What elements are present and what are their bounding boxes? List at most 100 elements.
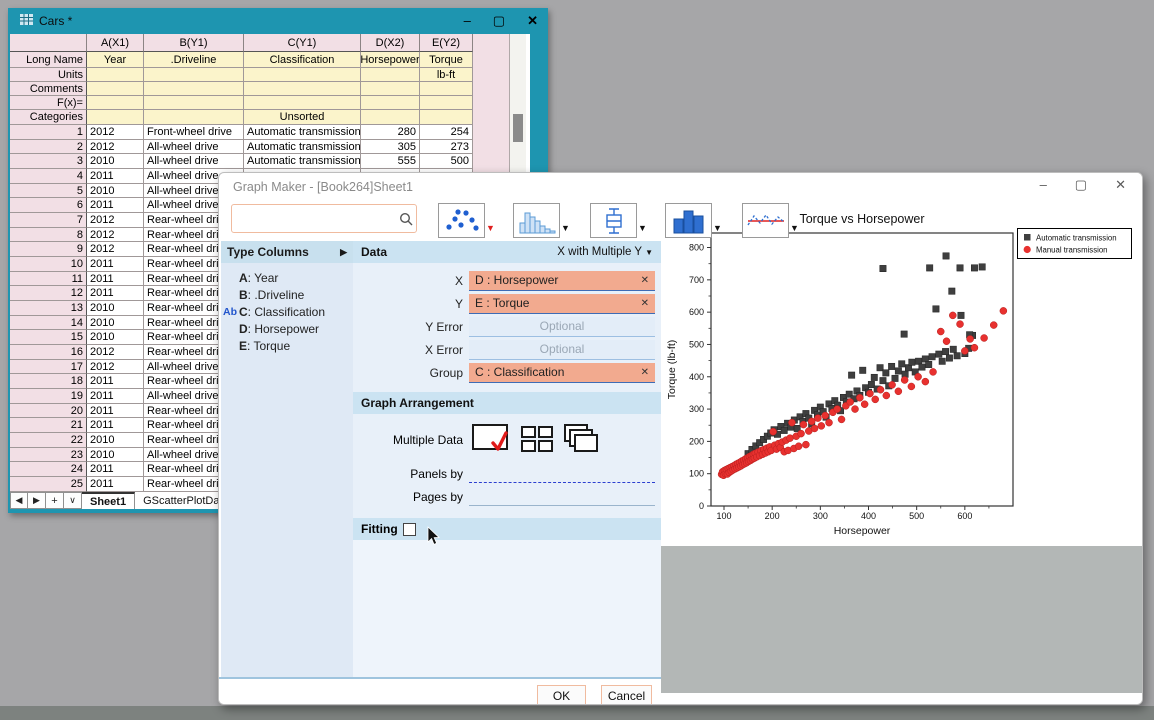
type-column-item-e[interactable]: E : Torque	[221, 337, 353, 354]
row-number-cell[interactable]: 19	[10, 389, 87, 404]
type-column-item-a[interactable]: A : Year	[221, 269, 353, 286]
line-plot-button[interactable]	[742, 203, 789, 238]
year-cell[interactable]: 2011	[87, 418, 144, 433]
year-cell[interactable]: 2011	[87, 198, 144, 213]
year-cell[interactable]: 2010	[87, 316, 144, 331]
classification-cell[interactable]: Automatic transmission	[244, 140, 361, 155]
multiple-data-single-icon[interactable]	[471, 421, 511, 460]
box-plot-dropdown-icon[interactable]: ▼	[638, 223, 647, 233]
row-number-cell[interactable]: 4	[10, 169, 87, 184]
label-value-cell[interactable]: Classification	[244, 52, 361, 68]
label-value-cell[interactable]	[361, 110, 420, 125]
row-number-cell[interactable]: 12	[10, 286, 87, 301]
year-cell[interactable]: 2010	[87, 301, 144, 316]
label-value-cell[interactable]: Year	[87, 52, 144, 68]
tab-nav-next-icon[interactable]: ▶	[28, 492, 46, 509]
horsepower-cell[interactable]: 555	[361, 154, 420, 169]
row-number-cell[interactable]: 11	[10, 272, 87, 287]
driveline-cell[interactable]: All-wheel drive	[144, 154, 244, 169]
search-input[interactable]	[232, 205, 399, 232]
torque-cell[interactable]: 273	[420, 140, 473, 155]
multiple-data-pages-icon[interactable]	[563, 423, 601, 458]
column-header[interactable]: B(Y1)	[144, 34, 244, 52]
row-number-cell[interactable]: 23	[10, 448, 87, 463]
label-value-cell[interactable]	[87, 82, 144, 96]
type-column-item-d[interactable]: D : Horsepower	[221, 320, 353, 337]
clear-field-icon[interactable]: ✕	[641, 275, 649, 286]
cars-scrollbar-thumb[interactable]	[513, 114, 523, 142]
label-value-cell[interactable]: Horsepower	[361, 52, 420, 68]
label-value-cell[interactable]	[244, 82, 361, 96]
row-number-cell[interactable]: 17	[10, 360, 87, 375]
horsepower-cell[interactable]: 305	[361, 140, 420, 155]
label-value-cell[interactable]	[361, 96, 420, 110]
row-number-cell[interactable]: 3	[10, 154, 87, 169]
year-cell[interactable]: 2011	[87, 286, 144, 301]
year-cell[interactable]: 2011	[87, 462, 144, 477]
label-value-cell[interactable]	[361, 68, 420, 82]
row-number-cell[interactable]: 5	[10, 184, 87, 199]
cars-minimize-icon[interactable]: –	[464, 11, 471, 31]
year-cell[interactable]: 2012	[87, 125, 144, 140]
column-header[interactable]: E(Y2)	[420, 34, 473, 52]
cars-maximize-icon[interactable]: ▢	[493, 11, 505, 31]
classification-cell[interactable]: Automatic transmission	[244, 125, 361, 140]
label-value-cell[interactable]	[420, 110, 473, 125]
box-plot-button[interactable]	[590, 203, 637, 238]
label-value-cell[interactable]	[144, 110, 244, 125]
row-number-cell[interactable]: 2	[10, 140, 87, 155]
row-number-cell[interactable]: 6	[10, 198, 87, 213]
torque-cell[interactable]: 254	[420, 125, 473, 140]
dialog-minimize-icon[interactable]: –	[1040, 177, 1047, 193]
label-value-cell[interactable]	[244, 96, 361, 110]
horsepower-cell[interactable]: 280	[361, 125, 420, 140]
ok-button[interactable]: OK	[537, 685, 586, 705]
row-label-cell[interactable]: Long Name	[10, 52, 87, 68]
year-cell[interactable]: 2010	[87, 448, 144, 463]
label-value-cell[interactable]	[87, 110, 144, 125]
driveline-cell[interactable]: Front-wheel drive	[144, 125, 244, 140]
row-label-cell[interactable]: F(x)=	[10, 96, 87, 110]
row-number-cell[interactable]: 21	[10, 418, 87, 433]
label-value-cell[interactable]	[361, 82, 420, 96]
assigned-column-field[interactable]: D : Horsepower✕	[469, 271, 655, 291]
label-value-cell[interactable]	[420, 82, 473, 96]
year-cell[interactable]: 2010	[87, 154, 144, 169]
cars-titlebar[interactable]: Cars * – ▢ ✕	[8, 8, 548, 34]
label-value-cell[interactable]	[144, 82, 244, 96]
year-cell[interactable]: 2011	[87, 169, 144, 184]
row-number-cell[interactable]: 20	[10, 404, 87, 419]
row-label-cell[interactable]: Units	[10, 68, 87, 82]
column-chart-button[interactable]	[665, 203, 712, 238]
year-cell[interactable]: 2012	[87, 228, 144, 243]
assigned-column-field[interactable]: E : Torque✕	[469, 294, 655, 314]
label-value-cell[interactable]	[87, 96, 144, 110]
type-column-item-b[interactable]: B : .Driveline	[221, 286, 353, 303]
dialog-close-icon[interactable]: ✕	[1115, 177, 1126, 193]
year-cell[interactable]: 2011	[87, 272, 144, 287]
label-value-cell[interactable]: .Driveline	[144, 52, 244, 68]
pages-by-dropzone[interactable]	[469, 488, 655, 506]
histogram-dropdown-icon[interactable]: ▼	[561, 223, 570, 233]
row-number-cell[interactable]: 13	[10, 301, 87, 316]
year-cell[interactable]: 2012	[87, 140, 144, 155]
year-cell[interactable]: 2012	[87, 360, 144, 375]
type-columns-expand-icon[interactable]: ▶	[340, 247, 347, 258]
cancel-button[interactable]: Cancel	[601, 685, 652, 705]
year-cell[interactable]: 2011	[87, 404, 144, 419]
label-value-cell[interactable]	[87, 68, 144, 82]
year-cell[interactable]: 2010	[87, 184, 144, 199]
year-cell[interactable]: 2011	[87, 257, 144, 272]
tab-sheet1[interactable]: Sheet1	[82, 492, 135, 509]
column-dropdown-icon[interactable]: ▼	[713, 223, 722, 233]
assigned-column-field[interactable]: C : Classification✕	[469, 363, 655, 383]
year-cell[interactable]: 2011	[87, 389, 144, 404]
sheet-list-icon[interactable]: ∨	[64, 492, 82, 509]
row-number-cell[interactable]: 7	[10, 213, 87, 228]
tab-nav-prev-icon[interactable]: ◀	[10, 492, 28, 509]
clear-field-icon[interactable]: ✕	[641, 367, 649, 378]
corner-cell[interactable]	[10, 34, 87, 52]
row-number-cell[interactable]: 10	[10, 257, 87, 272]
line-dropdown-icon[interactable]: ▼	[790, 223, 799, 233]
label-value-cell[interactable]	[144, 96, 244, 110]
